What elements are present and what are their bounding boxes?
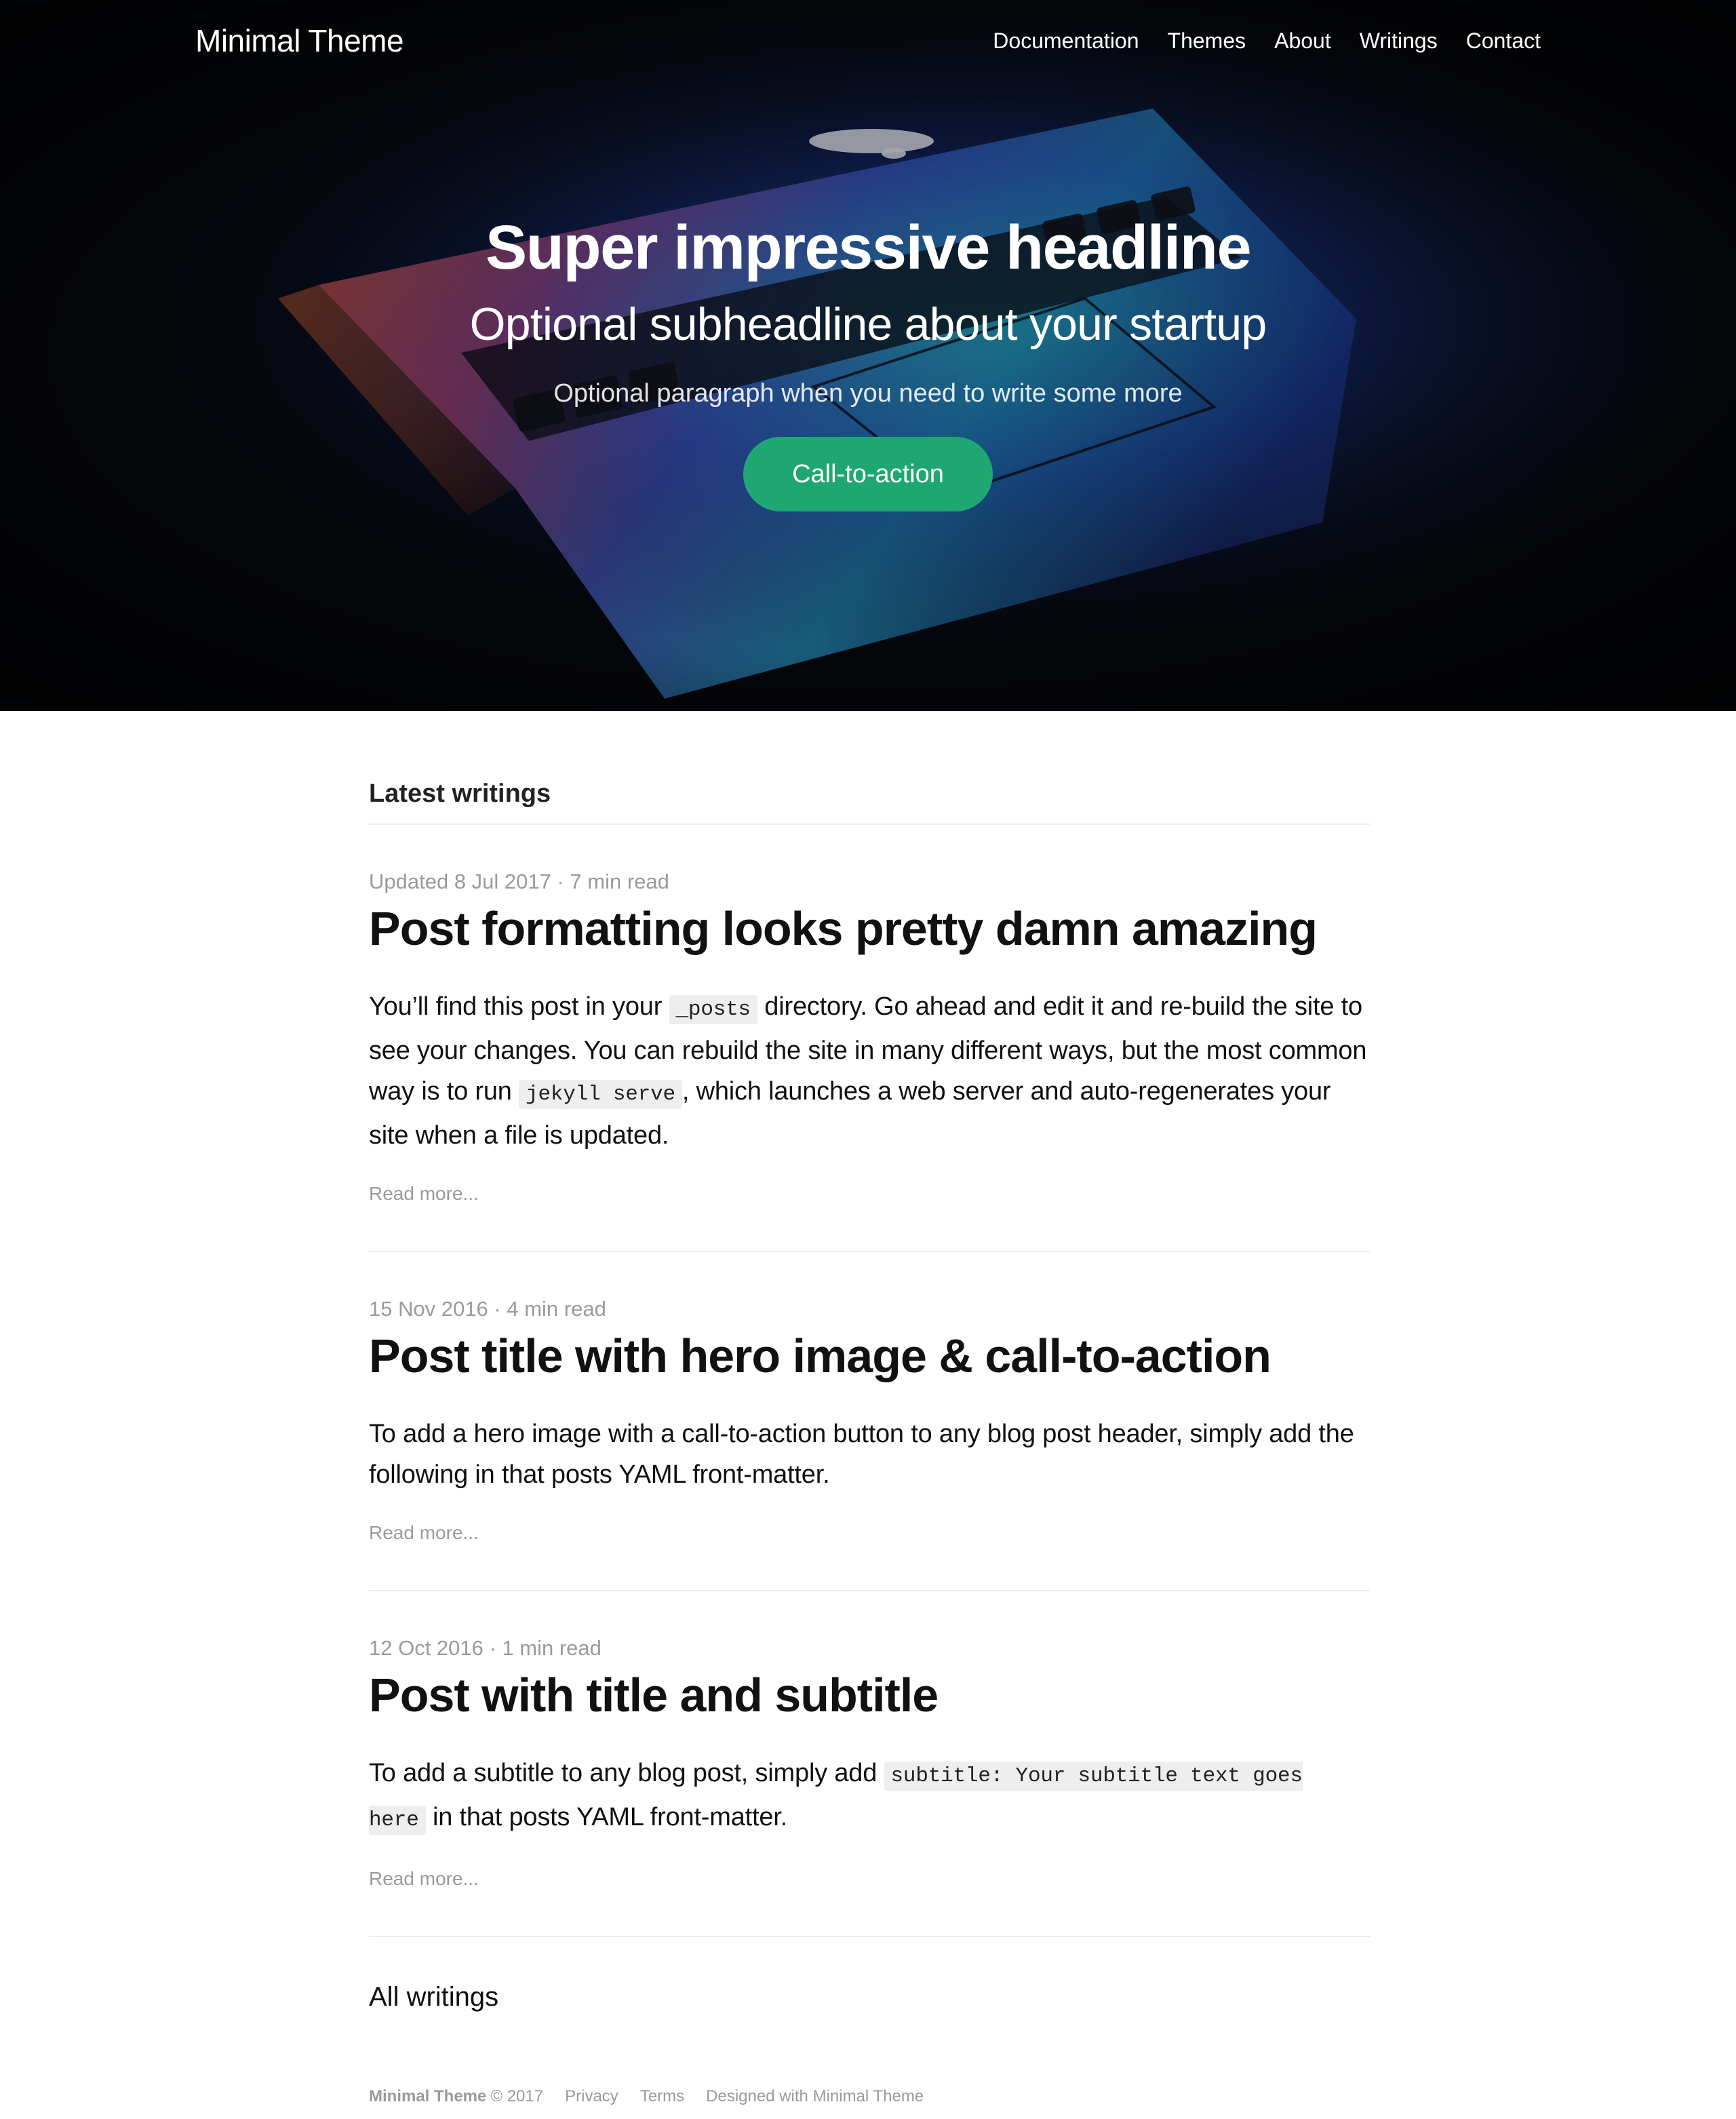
brand-logo[interactable]: Minimal Theme — [195, 19, 404, 62]
post-item: Updated 8 Jul 2017 · 7 min read Post for… — [369, 825, 1370, 1252]
nav-link-writings[interactable]: Writings — [1360, 24, 1438, 57]
nav-menu: Documentation Themes About Writings Cont… — [964, 24, 1541, 57]
post-item: 15 Nov 2016 · 4 min read Post title with… — [369, 1252, 1370, 1591]
post-title: Post formatting looks pretty damn amazin… — [369, 898, 1370, 959]
footer-link-terms[interactable]: Terms — [640, 2085, 684, 2108]
nav-link-documentation[interactable]: Documentation — [993, 24, 1139, 57]
site-footer: Minimal Theme © 2017 Privacy Terms Desig… — [369, 2085, 1370, 2108]
section-heading: Latest writings — [369, 773, 1370, 825]
read-more-link[interactable]: Read more... — [369, 1180, 479, 1207]
post-item: 12 Oct 2016 · 1 min read Post with title… — [369, 1591, 1370, 1937]
read-more-link[interactable]: Read more... — [369, 1519, 479, 1547]
footer-link-designed-with[interactable]: Designed with Minimal Theme — [706, 2085, 924, 2108]
footer-link-privacy[interactable]: Privacy — [565, 2085, 618, 2108]
post-meta: Updated 8 Jul 2017 · 7 min read — [369, 870, 669, 893]
post-excerpt: You’ll find this post in your _posts dir… — [369, 986, 1370, 1156]
footer-brand: Minimal Theme — [369, 2087, 487, 2105]
post-excerpt: To add a hero image with a call-to-actio… — [369, 1414, 1370, 1495]
post-excerpt: To add a subtitle to any blog post, simp… — [369, 1753, 1370, 1841]
latest-writings-section: Latest writings Updated 8 Jul 2017 · 7 m… — [369, 773, 1370, 2016]
post-title-link[interactable]: Post title with hero image & call-to-act… — [369, 1329, 1271, 1382]
nav-link-contact[interactable]: Contact — [1466, 24, 1541, 57]
top-navigation: Minimal Theme Documentation Themes About… — [0, 0, 1736, 81]
excerpt-text: To add a hero image with a call-to-actio… — [369, 1420, 1354, 1489]
post-meta: 15 Nov 2016 · 4 min read — [369, 1297, 606, 1321]
excerpt-text: in that posts YAML front-matter. — [425, 1803, 788, 1831]
excerpt-text: You’ll find this post in your — [369, 992, 669, 1021]
nav-link-about[interactable]: About — [1274, 24, 1331, 57]
post-title: Post with title and subtitle — [369, 1665, 1370, 1726]
call-to-action-button[interactable]: Call-to-action — [743, 437, 993, 511]
hero-paragraph: Optional paragraph when you need to writ… — [553, 379, 1183, 408]
post-title-link[interactable]: Post with title and subtitle — [369, 1669, 939, 1722]
nav-link-themes[interactable]: Themes — [1168, 24, 1246, 57]
all-writings-link[interactable]: All writings — [369, 1978, 498, 2016]
read-more-link[interactable]: Read more... — [369, 1865, 479, 1892]
hero-subheadline: Optional subheadline about your startup — [469, 298, 1267, 350]
hero-content: Super impressive headline Optional subhe… — [0, 203, 1736, 511]
hero-section: Minimal Theme Documentation Themes About… — [0, 0, 1736, 711]
inline-code: _posts — [669, 995, 757, 1024]
hero-headline: Super impressive headline — [485, 213, 1252, 282]
post-meta: 12 Oct 2016 · 1 min read — [369, 1636, 601, 1660]
inline-code: jekyll serve — [519, 1080, 682, 1109]
excerpt-text: To add a subtitle to any blog post, simp… — [369, 1759, 884, 1787]
footer-copyright: © 2017 — [490, 2087, 544, 2105]
post-title-link[interactable]: Post formatting looks pretty damn amazin… — [369, 902, 1318, 955]
post-title: Post title with hero image & call-to-act… — [369, 1325, 1370, 1386]
